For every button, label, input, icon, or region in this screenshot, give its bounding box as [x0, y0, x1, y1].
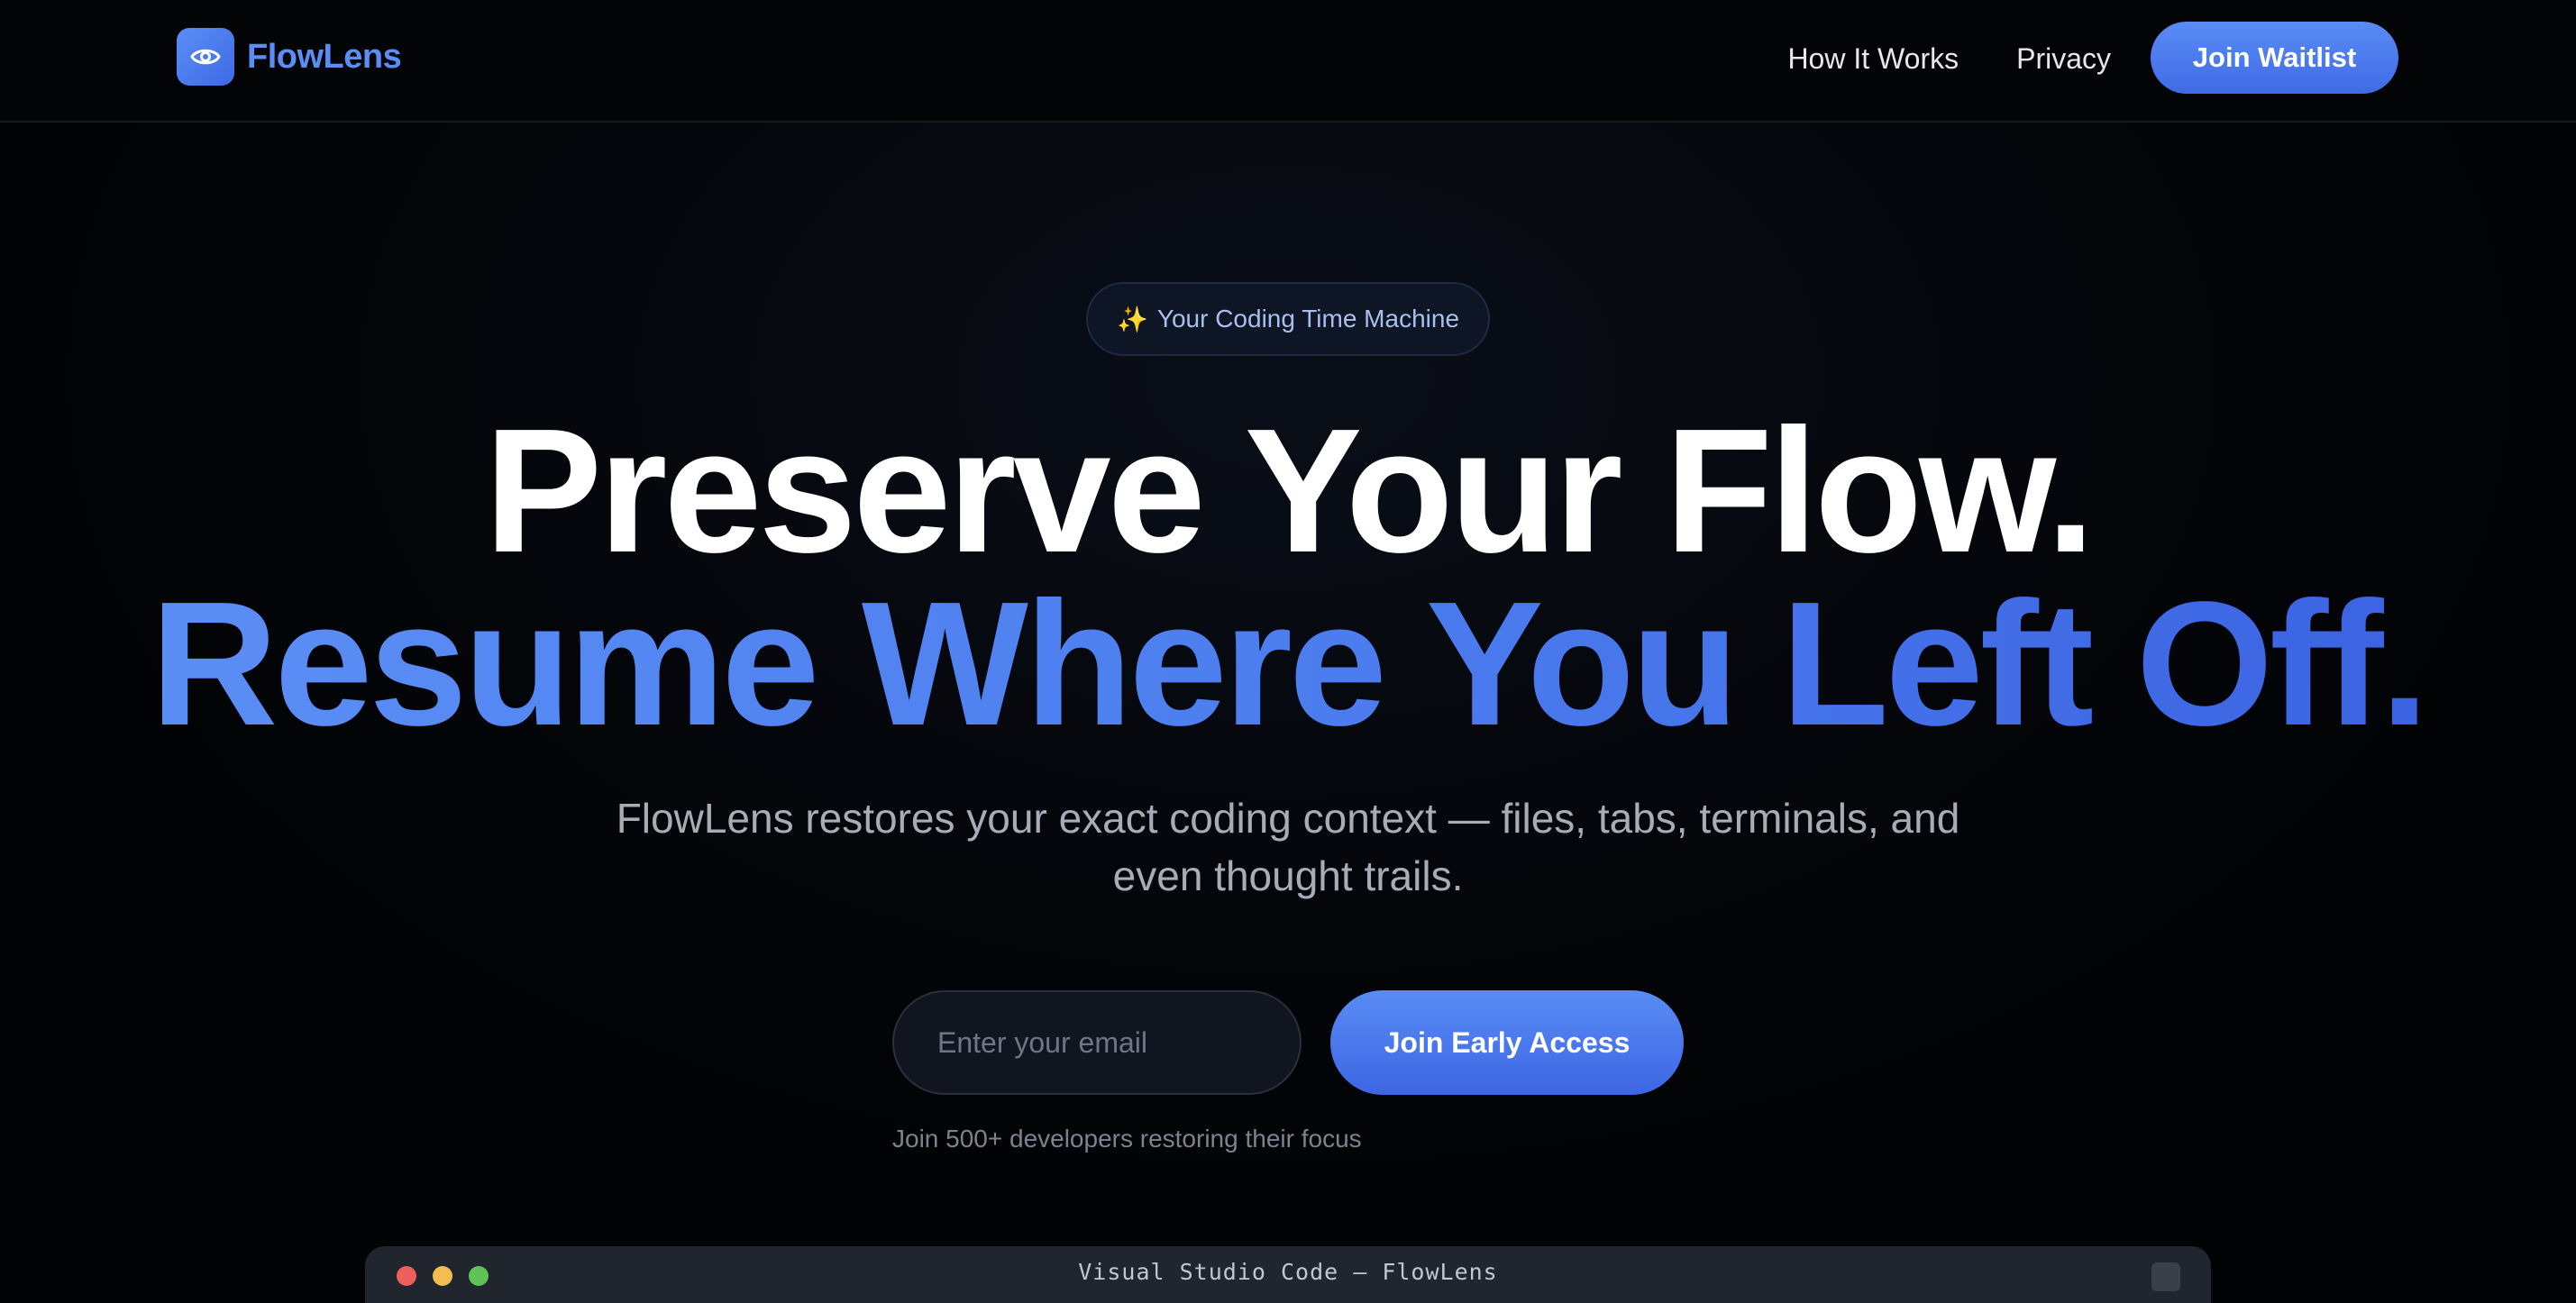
landing-page: FlowLens How It Works Privacy Join Waitl… — [0, 0, 2576, 1303]
top-navbar: FlowLens How It Works Privacy Join Waitl… — [0, 0, 2576, 123]
nav-links: How It Works Privacy — [1730, 0, 2111, 117]
badge-text: Your Coding Time Machine — [1156, 305, 1460, 333]
hero-badge: ✨ Your Coding Time Machine — [1086, 282, 1490, 356]
signup-note: Join 500+ developers restoring their foc… — [892, 1125, 1362, 1153]
hero-headline-gradient-text: Resume Where You Left Off. — [150, 565, 2429, 762]
nav-link-how-it-works[interactable]: How It Works — [1787, 42, 1959, 76]
editor-preview-window: Visual Studio Code — FlowLens — [365, 1246, 2211, 1303]
join-waitlist-button[interactable]: Join Waitlist — [2151, 22, 2398, 94]
email-input[interactable] — [892, 990, 1302, 1095]
eye-icon — [177, 28, 234, 86]
nav-link-privacy[interactable]: Privacy — [2016, 42, 2111, 76]
hero-subtitle: FlowLens restores your exact coding cont… — [616, 795, 1960, 899]
logo-link[interactable]: FlowLens — [177, 28, 402, 86]
brand-name: FlowLens — [247, 37, 402, 76]
sparkles-icon: ✨ — [1116, 305, 1148, 333]
editor-window-title: Visual Studio Code — FlowLens — [1078, 1259, 1498, 1285]
window-control-icon — [2151, 1262, 2180, 1291]
hero-headline-secondary: Resume Where You Left Off. — [0, 569, 2576, 759]
hero-headline-primary: Preserve Your Flow. — [484, 392, 2095, 589]
join-early-access-button[interactable]: Join Early Access — [1330, 990, 1684, 1095]
